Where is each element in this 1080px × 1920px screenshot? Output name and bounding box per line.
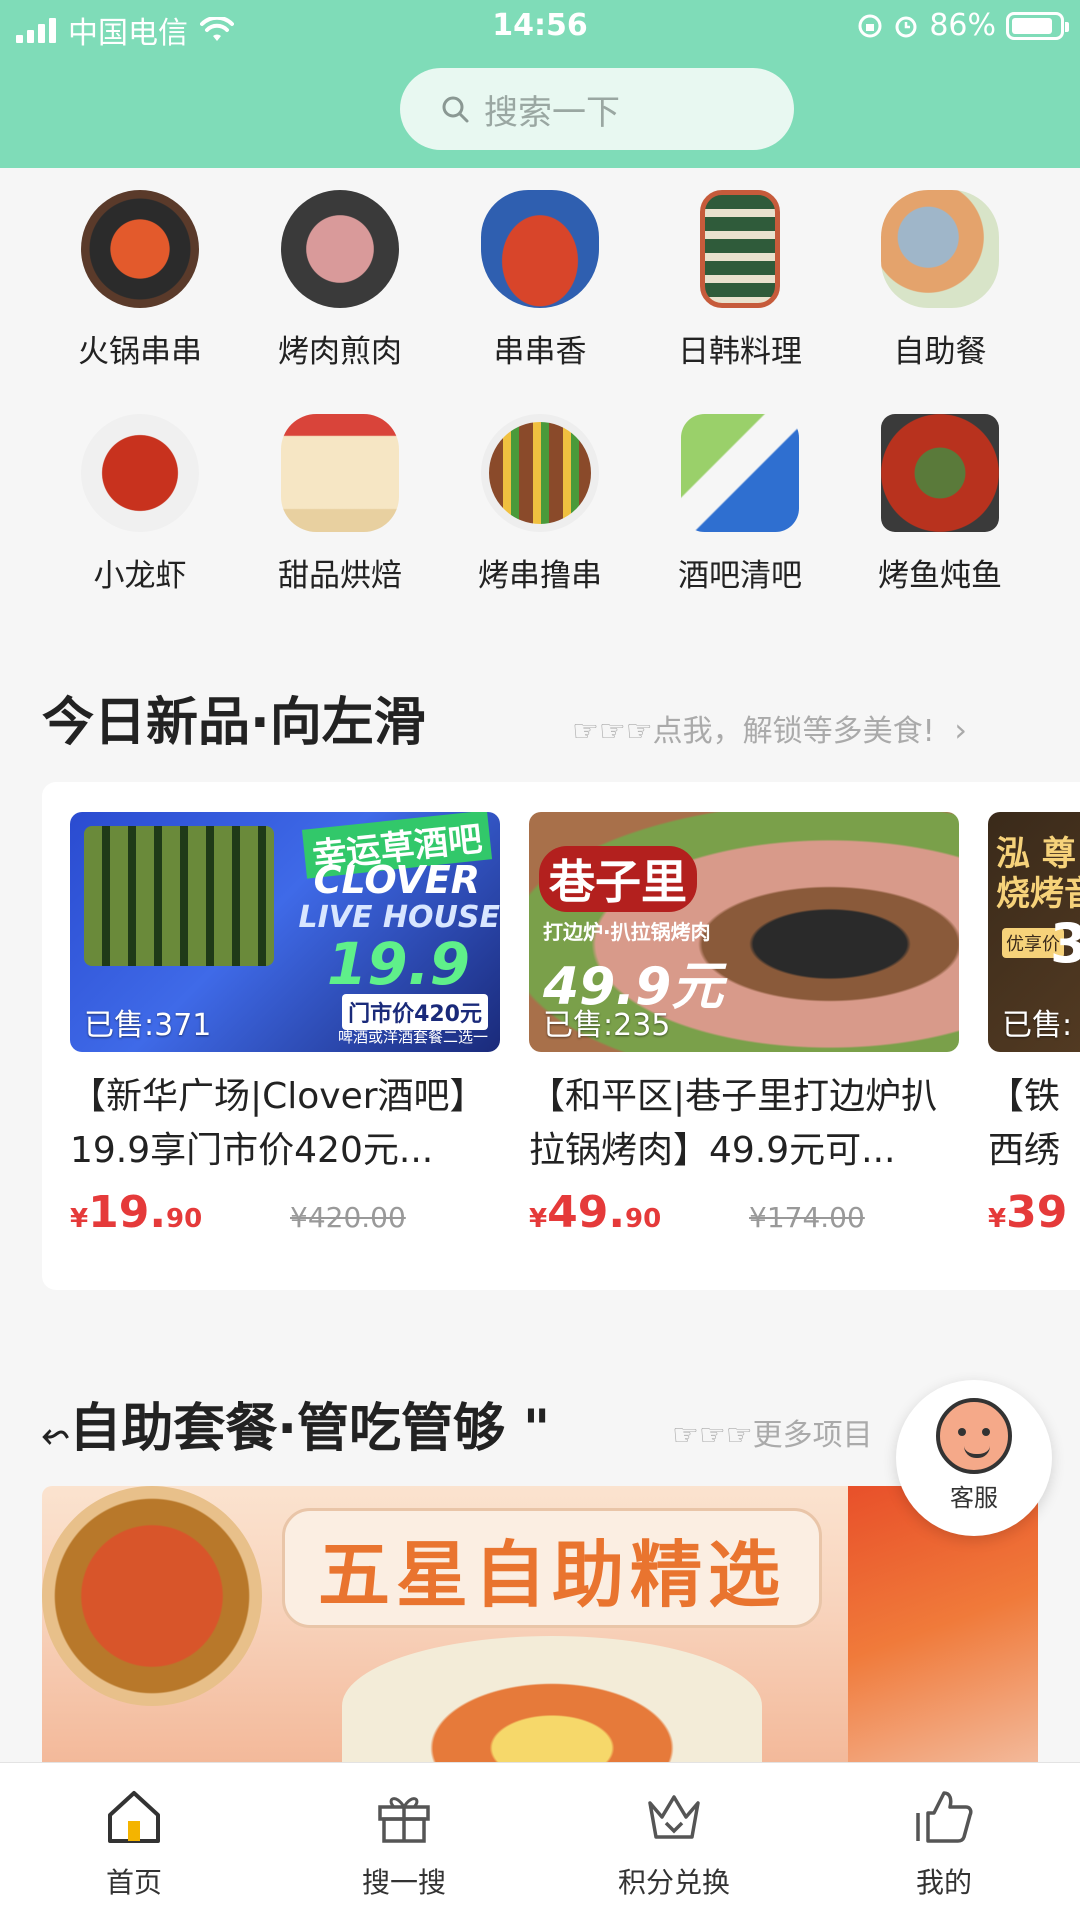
deal-original-price: ¥420.00 — [290, 1201, 406, 1234]
deal-price: ¥19.90 — [70, 1187, 203, 1238]
category-grill-meat[interactable]: 烤肉煎肉 — [240, 190, 440, 371]
crayfish-icon — [81, 414, 199, 532]
deal-original-price: ¥174.00 — [749, 1201, 865, 1234]
sold-count: 已售: — [1002, 1008, 1073, 1043]
back-arrow-icon: ⬿ — [42, 1415, 70, 1455]
crown-icon — [648, 1795, 700, 1839]
deal-price: ¥39 — [988, 1187, 1068, 1238]
deal-image: 巷子里 打边炉·扒拉锅烤肉 49.9元 已售:235 — [529, 812, 959, 1052]
cocktail-icon — [681, 414, 799, 532]
thumbs-up-icon — [916, 1791, 973, 1843]
rotation-lock-icon — [858, 14, 882, 37]
category-buffet[interactable]: 自助餐 — [840, 190, 1040, 371]
chevron-right-icon: › — [954, 711, 968, 749]
kebab-icon — [481, 414, 599, 532]
deal-carousel[interactable]: 幸运草酒吧 CLOVER LIVE HOUSE 19.9 门市价420元 啤酒或… — [42, 782, 1080, 1290]
seafood-buffet-icon — [881, 190, 999, 308]
sold-count: 已售:235 — [543, 1008, 671, 1043]
deal-title: 【和平区|巷子里打边炉扒拉锅烤肉】49.9元可... — [529, 1076, 938, 1171]
category-bar[interactable]: 酒吧清吧 — [640, 414, 840, 595]
search-icon — [442, 96, 469, 123]
deal-title: 【铁西绣音乐 — [988, 1076, 1061, 1171]
beer-bottles-illustration — [84, 826, 274, 966]
category-grid: 火锅串串 烤肉煎肉 串串香 日韩料理 自助餐 小龙虾 甜品烘焙 烤串撸串 酒吧清… — [0, 168, 1080, 628]
deal-image: 泓 尊 烧烤音 优享价 3 已售: — [988, 812, 1080, 1052]
bottom-tab-bar: 首页 搜一搜 积分兑换 我的 — [0, 1762, 1080, 1920]
section-link-new[interactable]: ☞☞☞点我，解锁等多美食! › — [572, 706, 967, 750]
category-dessert[interactable]: 甜品烘焙 — [240, 414, 440, 595]
deal-card[interactable]: 泓 尊 烧烤音 优享价 3 已售: 【铁西绣音乐 ¥39 — [988, 812, 1080, 1242]
tab-search[interactable]: 搜一搜 — [304, 1785, 504, 1901]
category-grilled-fish[interactable]: 烤鱼炖鱼 — [840, 414, 1040, 595]
app-header: 中国电信 14:56 86% 搜索一下 — [0, 0, 1080, 170]
section-title-new: 今日新品·向左滑 — [42, 693, 426, 753]
battery-percent: 86% — [929, 8, 996, 43]
tab-mine[interactable]: 我的 — [844, 1785, 1044, 1901]
headset-face-icon — [936, 1398, 1012, 1474]
deal-image: 幸运草酒吧 CLOVER LIVE HOUSE 19.9 门市价420元 啤酒或… — [70, 812, 500, 1052]
grill-meat-icon — [281, 190, 399, 308]
sold-count: 已售:371 — [84, 1008, 212, 1043]
sushi-icon — [700, 190, 780, 308]
section-link-buffet[interactable]: ☞☞☞更多项目 — [672, 1410, 873, 1454]
search-input[interactable]: 搜索一下 — [400, 68, 794, 150]
buffet-banner[interactable]: 五星自助精选 — [42, 1486, 1038, 1762]
grilled-fish-icon — [881, 414, 999, 532]
deal-price: ¥49.90 — [529, 1187, 662, 1238]
tab-home[interactable]: 首页 — [34, 1785, 234, 1901]
category-crayfish[interactable]: 小龙虾 — [40, 414, 240, 595]
category-hotpot[interactable]: 火锅串串 — [40, 190, 240, 371]
battery-level — [1012, 17, 1052, 34]
banner-title: 五星自助精选 — [282, 1508, 822, 1628]
crab-illustration — [42, 1486, 262, 1706]
gift-icon — [378, 1797, 430, 1843]
category-sushi[interactable]: 日韩料理 — [640, 190, 840, 371]
status-bar: 中国电信 14:56 86% — [0, 0, 1080, 54]
platter-illustration — [342, 1636, 762, 1762]
battery-icon — [1006, 11, 1069, 40]
deal-title: 【新华广场|Clover酒吧】19.9享门市价420元... — [70, 1076, 486, 1171]
hotpot-icon — [81, 190, 199, 308]
category-kebab[interactable]: 烤串撸串 — [440, 414, 640, 595]
cake-icon — [281, 414, 399, 532]
skewer-pot-icon — [481, 190, 599, 308]
tab-points[interactable]: 积分兑换 — [574, 1785, 774, 1901]
search-placeholder: 搜索一下 — [484, 92, 620, 133]
deal-card[interactable]: 巷子里 打边炉·扒拉锅烤肉 49.9元 已售:235 【和平区|巷子里打边炉扒拉… — [529, 812, 959, 1242]
home-icon — [108, 1791, 160, 1843]
category-skewer-pot[interactable]: 串串香 — [440, 190, 640, 371]
alarm-icon — [895, 16, 917, 37]
deal-card[interactable]: 幸运草酒吧 CLOVER LIVE HOUSE 19.9 门市价420元 啤酒或… — [70, 812, 500, 1242]
customer-service-button[interactable]: 客服 — [896, 1380, 1052, 1536]
section-title-buffet: ⬿自助套餐·管吃管够 " — [42, 1399, 551, 1459]
